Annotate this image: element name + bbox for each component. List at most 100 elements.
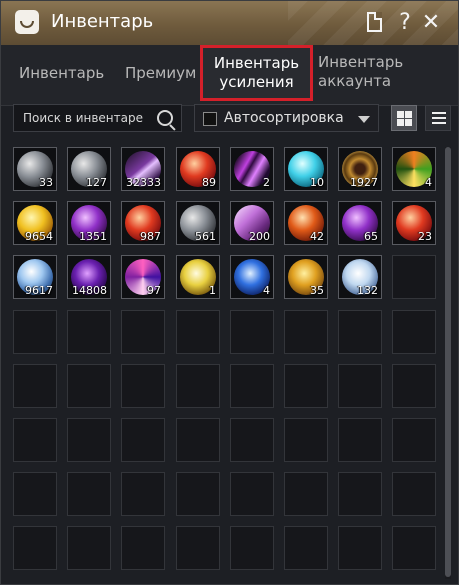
inventory-slot-item[interactable]: 23: [392, 201, 436, 245]
item-count: 42: [310, 230, 324, 243]
inventory-slot-item[interactable]: 2: [230, 147, 274, 191]
search-icon[interactable]: [157, 110, 173, 126]
inventory-slot-empty[interactable]: [176, 364, 220, 408]
inventory-slot-item[interactable]: 65: [338, 201, 382, 245]
inventory-slot-empty[interactable]: [230, 310, 274, 354]
item-count: 4: [263, 284, 270, 297]
inventory-slot-empty[interactable]: [284, 310, 328, 354]
inventory-slot-item[interactable]: 9654: [13, 201, 57, 245]
item-count: 1927: [350, 176, 378, 189]
inventory-slot-item[interactable]: 32333: [121, 147, 165, 191]
inventory-slot-empty[interactable]: [13, 526, 57, 570]
auto-sort-label: Автосортировка: [224, 110, 344, 126]
item-count: 132: [357, 284, 378, 297]
inventory-slot-item[interactable]: 132: [338, 255, 382, 299]
inventory-slot-empty[interactable]: [121, 472, 165, 516]
document-icon[interactable]: [367, 12, 382, 32]
close-button[interactable]: ✕: [420, 11, 442, 35]
inventory-slot-item[interactable]: 35: [284, 255, 328, 299]
item-count: 987: [140, 230, 161, 243]
inventory-slot-item[interactable]: 97: [121, 255, 165, 299]
inventory-slot-empty[interactable]: [284, 418, 328, 462]
inventory-slot-item[interactable]: 1927: [338, 147, 382, 191]
inventory-slot-empty[interactable]: [392, 472, 436, 516]
item-count: 1351: [79, 230, 107, 243]
inventory-slot-empty[interactable]: [176, 526, 220, 570]
item-count: 561: [195, 230, 216, 243]
item-count: 4: [425, 176, 432, 189]
inventory-slot-item[interactable]: 42: [284, 201, 328, 245]
tab-enhancement-inventory[interactable]: Инвентарь усиления: [200, 45, 313, 101]
inventory-slot-empty[interactable]: [121, 418, 165, 462]
inventory-slot-empty[interactable]: [392, 310, 436, 354]
inventory-slot-item[interactable]: 9617: [13, 255, 57, 299]
inventory-slot-empty[interactable]: [392, 526, 436, 570]
search-input[interactable]: Поиск в инвентаре: [13, 104, 182, 132]
inventory-slot-empty[interactable]: [121, 526, 165, 570]
inventory-slot-item[interactable]: 987: [121, 201, 165, 245]
search-placeholder: Поиск в инвентаре: [23, 111, 143, 125]
inventory-slot-empty[interactable]: [338, 310, 382, 354]
auto-sort-dropdown[interactable]: Автосортировка: [194, 104, 379, 132]
tab-premium[interactable]: Премиум: [125, 64, 196, 83]
inventory-slot-empty[interactable]: [230, 472, 274, 516]
list-view-button[interactable]: [425, 105, 451, 131]
inventory-slot-item[interactable]: 4: [230, 255, 274, 299]
inventory-slot-empty[interactable]: [284, 472, 328, 516]
inventory-slot-empty[interactable]: [67, 364, 111, 408]
inventory-slot-empty[interactable]: [338, 472, 382, 516]
inventory-slot-empty[interactable]: [392, 364, 436, 408]
inventory-slot-empty[interactable]: [392, 255, 436, 299]
inventory-slot-item[interactable]: 10: [284, 147, 328, 191]
inventory-slot-empty[interactable]: [67, 526, 111, 570]
inventory-slot-empty[interactable]: [67, 472, 111, 516]
scrollbar-thumb[interactable]: [445, 147, 451, 577]
grid-view-button[interactable]: [391, 105, 417, 131]
inventory-slot-item[interactable]: 14808: [67, 255, 111, 299]
inventory-slot-empty[interactable]: [13, 472, 57, 516]
inventory-slot-empty[interactable]: [284, 364, 328, 408]
inventory-slot-empty[interactable]: [13, 364, 57, 408]
inventory-slot-empty[interactable]: [230, 364, 274, 408]
inventory-slot-empty[interactable]: [230, 418, 274, 462]
inventory-slot-item[interactable]: 1: [176, 255, 220, 299]
help-button[interactable]: ?: [394, 11, 416, 35]
inventory-slot-item[interactable]: 33: [13, 147, 57, 191]
title-bar[interactable]: Инвентарь ? ✕: [1, 1, 458, 46]
item-count: 200: [249, 230, 270, 243]
window-title: Инвентарь: [51, 11, 154, 32]
chevron-down-icon[interactable]: [358, 116, 370, 123]
grid-view-icon: [397, 111, 404, 118]
inventory-slot-item[interactable]: 89: [176, 147, 220, 191]
inventory-slot-empty[interactable]: [121, 364, 165, 408]
inventory-slot-empty[interactable]: [176, 418, 220, 462]
inventory-slot-empty[interactable]: [284, 526, 328, 570]
inventory-slot-empty[interactable]: [13, 418, 57, 462]
inventory-slot-empty[interactable]: [338, 526, 382, 570]
inventory-slot-item[interactable]: 200: [230, 201, 274, 245]
inventory-slot-empty[interactable]: [338, 418, 382, 462]
inventory-slot-empty[interactable]: [338, 364, 382, 408]
inventory-slot-empty[interactable]: [176, 472, 220, 516]
auto-sort-checkbox[interactable]: [203, 112, 217, 126]
inventory-slot-item[interactable]: 4: [392, 147, 436, 191]
inventory-slot-item[interactable]: 1351: [67, 201, 111, 245]
inventory-slot-empty[interactable]: [230, 526, 274, 570]
inventory-slot-item[interactable]: 561: [176, 201, 220, 245]
item-count: 14808: [72, 284, 107, 297]
item-count: 89: [202, 176, 216, 189]
item-count: 35: [310, 284, 324, 297]
inventory-window: Инвентарь ? ✕ Инвентарь Премиум Инвентар…: [0, 0, 459, 585]
scrollbar[interactable]: [445, 147, 451, 579]
tab-account-inventory[interactable]: Инвентарь аккаунта: [318, 53, 408, 91]
inventory-slot-empty[interactable]: [67, 418, 111, 462]
inventory-slot-item[interactable]: 127: [67, 147, 111, 191]
inventory-grid: 33 127 32333 89 2 10 1927 4 9654 1351 987 561 200 42 6…: [13, 147, 443, 584]
inventory-slot-empty[interactable]: [392, 418, 436, 462]
inventory-slot-empty[interactable]: [13, 310, 57, 354]
item-count: 23: [418, 230, 432, 243]
inventory-slot-empty[interactable]: [67, 310, 111, 354]
inventory-slot-empty[interactable]: [121, 310, 165, 354]
tab-inventory[interactable]: Инвентарь: [19, 64, 104, 83]
inventory-slot-empty[interactable]: [176, 310, 220, 354]
